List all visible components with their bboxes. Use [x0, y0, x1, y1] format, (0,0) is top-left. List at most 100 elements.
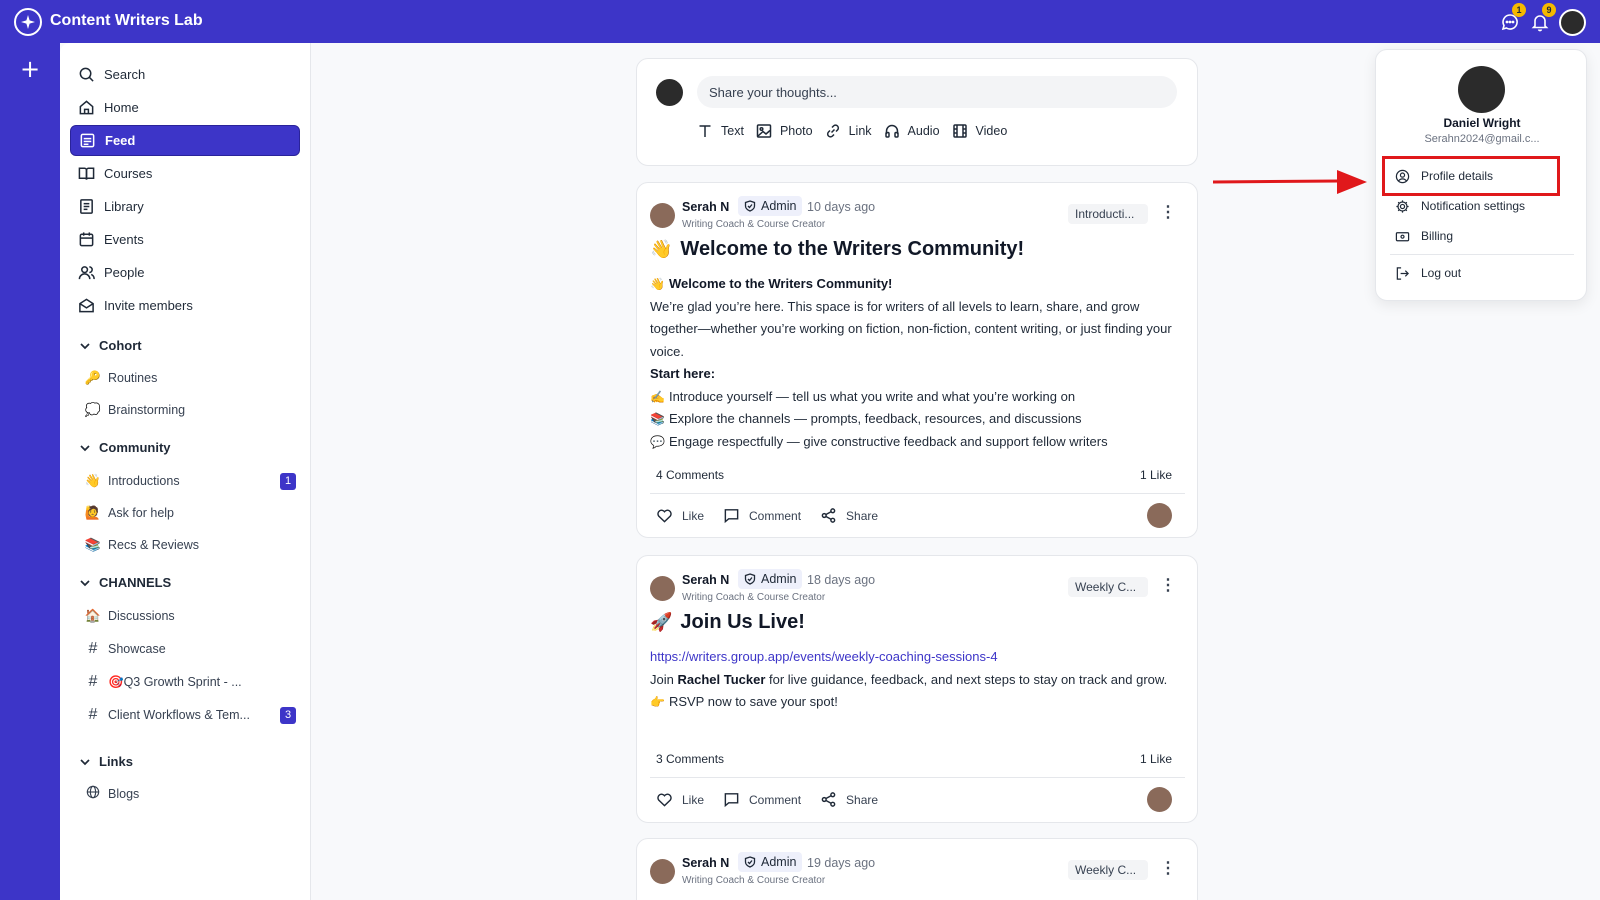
sidebar-item-label: Client Workflows & Tem... [108, 708, 250, 722]
more-options-icon[interactable]: ⋮ [1160, 203, 1176, 223]
post-author[interactable]: Serah N [682, 856, 729, 870]
likes-count[interactable]: 1 Like [1140, 468, 1172, 482]
comment-button[interactable]: Comment [723, 791, 801, 808]
comments-count[interactable]: 3 Comments [656, 752, 724, 766]
share-button[interactable]: Share [820, 507, 878, 524]
sidebar-item-people[interactable]: People [70, 257, 300, 288]
arrow-annotation [1212, 179, 1340, 184]
bullet-item: ✍️ Introduce yourself — tell us what you … [650, 386, 1185, 409]
messages-badge: 1 [1512, 3, 1526, 17]
user-avatar[interactable] [1559, 9, 1586, 36]
avatar[interactable] [650, 203, 675, 228]
sidebar-item-blogs[interactable]: Blogs [82, 781, 300, 807]
section-cohort[interactable]: Cohort [78, 338, 142, 353]
sidebar-item-label: Events [104, 232, 144, 247]
people-icon [78, 266, 95, 280]
bullet-text: Introduce yourself — tell us what you wr… [668, 388, 1076, 404]
image-icon [756, 124, 772, 138]
badge-label: Admin [761, 572, 797, 586]
sidebar-item-feed[interactable]: Feed [70, 125, 300, 156]
film-icon [952, 124, 967, 138]
sidebar-item-showcase[interactable]: # Showcase [82, 636, 300, 662]
add-space-icon[interactable]: + [18, 57, 42, 81]
photo-post-button[interactable]: Photo [756, 123, 813, 139]
comment-button[interactable]: Comment [723, 507, 801, 524]
wave-icon: 👋 [84, 473, 102, 489]
divider [650, 493, 1185, 494]
badge-label: Admin [761, 855, 797, 869]
sidebar-item-search[interactable]: Search [70, 59, 300, 90]
sidebar-item-introductions[interactable]: 👋 Introductions 1 [82, 468, 300, 494]
sidebar-item-label: Showcase [108, 642, 166, 656]
post-author[interactable]: Serah N [682, 573, 729, 587]
sidebar-item-recs-reviews[interactable]: 📚 Recs & Reviews [82, 532, 300, 558]
sidebar-item-courses[interactable]: Courses [70, 158, 300, 189]
like-button[interactable]: Like [656, 507, 704, 524]
sidebar-item-label: Invite members [104, 298, 193, 313]
post-intro: Welcome to the Writers Community! [668, 276, 893, 291]
link-post-button[interactable]: Link [825, 123, 872, 139]
chevron-down-icon [80, 444, 90, 451]
text-post-button[interactable]: Text [697, 123, 744, 139]
section-links[interactable]: Links [78, 754, 133, 769]
audio-post-button[interactable]: Audio [884, 123, 940, 139]
liker-avatar[interactable] [1147, 503, 1172, 528]
sidebar-item-ask-for-help[interactable]: 🙋 Ask for help [82, 500, 300, 526]
likes-count[interactable]: 1 Like [1140, 752, 1172, 766]
section-title: Community [99, 440, 171, 455]
top-bar: Content Writers Lab 1 9 [0, 0, 1600, 43]
app-logo-icon[interactable] [14, 8, 42, 36]
channel-tag[interactable]: Introducti... [1068, 204, 1148, 224]
sidebar-item-routines[interactable]: 🔑 Routines [82, 365, 300, 391]
sidebar-item-library[interactable]: Library [70, 191, 300, 222]
admin-badge: Admin [738, 569, 803, 589]
menu-item-notification-settings[interactable]: Notification settings [1395, 196, 1575, 216]
post-paragraph: We’re glad you’re here. This space is fo… [650, 298, 1172, 359]
avatar[interactable] [650, 576, 675, 601]
post-timestamp: 10 days ago [807, 200, 876, 214]
section-title: Links [99, 754, 133, 769]
more-options-icon[interactable]: ⋮ [1160, 576, 1176, 596]
house-icon: 🏠 [84, 608, 102, 624]
event-link[interactable]: https://writers.group.app/events/weekly-… [650, 649, 998, 664]
sidebar: Search Home Feed Courses Library Events … [60, 43, 311, 900]
sidebar-item-brainstorming[interactable]: 💭 Brainstorming [82, 397, 300, 423]
section-channels[interactable]: CHANNELS [78, 575, 171, 590]
menu-item-label: Notification settings [1421, 199, 1526, 213]
share-button[interactable]: Share [820, 791, 878, 808]
avatar[interactable] [650, 859, 675, 884]
feed-icon [80, 133, 95, 148]
post-author[interactable]: Serah N [682, 200, 729, 214]
channel-tag[interactable]: Weekly C... [1068, 860, 1148, 880]
sidebar-item-invite-members[interactable]: Invite members [70, 290, 300, 321]
badge-label: Admin [761, 199, 797, 213]
post-body: https://writers.group.app/events/weekly-… [650, 646, 1185, 714]
channel-tag[interactable]: Weekly C... [1068, 577, 1148, 597]
sidebar-item-label: 🎯Q3 Growth Sprint - ... [108, 674, 242, 689]
section-title: Cohort [99, 338, 142, 353]
sidebar-item-client-workflows[interactable]: # Client Workflows & Tem... 3 [82, 702, 300, 728]
book-icon [78, 167, 95, 180]
liker-avatar[interactable] [1147, 787, 1172, 812]
menu-item-log-out[interactable]: Log out [1395, 263, 1575, 283]
post-text: for live guidance, feedback, and next st… [765, 671, 1168, 687]
more-options-icon[interactable]: ⋮ [1160, 859, 1176, 879]
sidebar-item-events[interactable]: Events [70, 224, 300, 255]
like-button[interactable]: Like [656, 791, 704, 808]
section-community[interactable]: Community [78, 440, 171, 455]
sidebar-item-label: Discussions [108, 609, 175, 623]
video-post-button[interactable]: Video [952, 123, 1007, 139]
sidebar-item-q3-growth-sprint[interactable]: # 🎯Q3 Growth Sprint - ... [82, 669, 300, 695]
share-thoughts-input[interactable]: Share your thoughts... [697, 76, 1177, 108]
type-label: Link [848, 124, 872, 138]
sidebar-item-discussions[interactable]: 🏠 Discussions [82, 603, 300, 629]
menu-item-billing[interactable]: Billing [1395, 226, 1575, 246]
post-timestamp: 19 days ago [807, 856, 876, 870]
rocket-icon: 🚀 [650, 612, 673, 633]
sidebar-item-home[interactable]: Home [70, 92, 300, 123]
app-title[interactable]: Content Writers Lab [50, 12, 203, 30]
profile-email: Serahn2024@gmail.c... [1424, 133, 1540, 145]
bullet-item: 💬 Engage respectfully — give constructive… [650, 431, 1185, 454]
comments-count[interactable]: 4 Comments [656, 468, 724, 482]
rsvp-text: RSVP now to save your spot! [668, 694, 838, 709]
